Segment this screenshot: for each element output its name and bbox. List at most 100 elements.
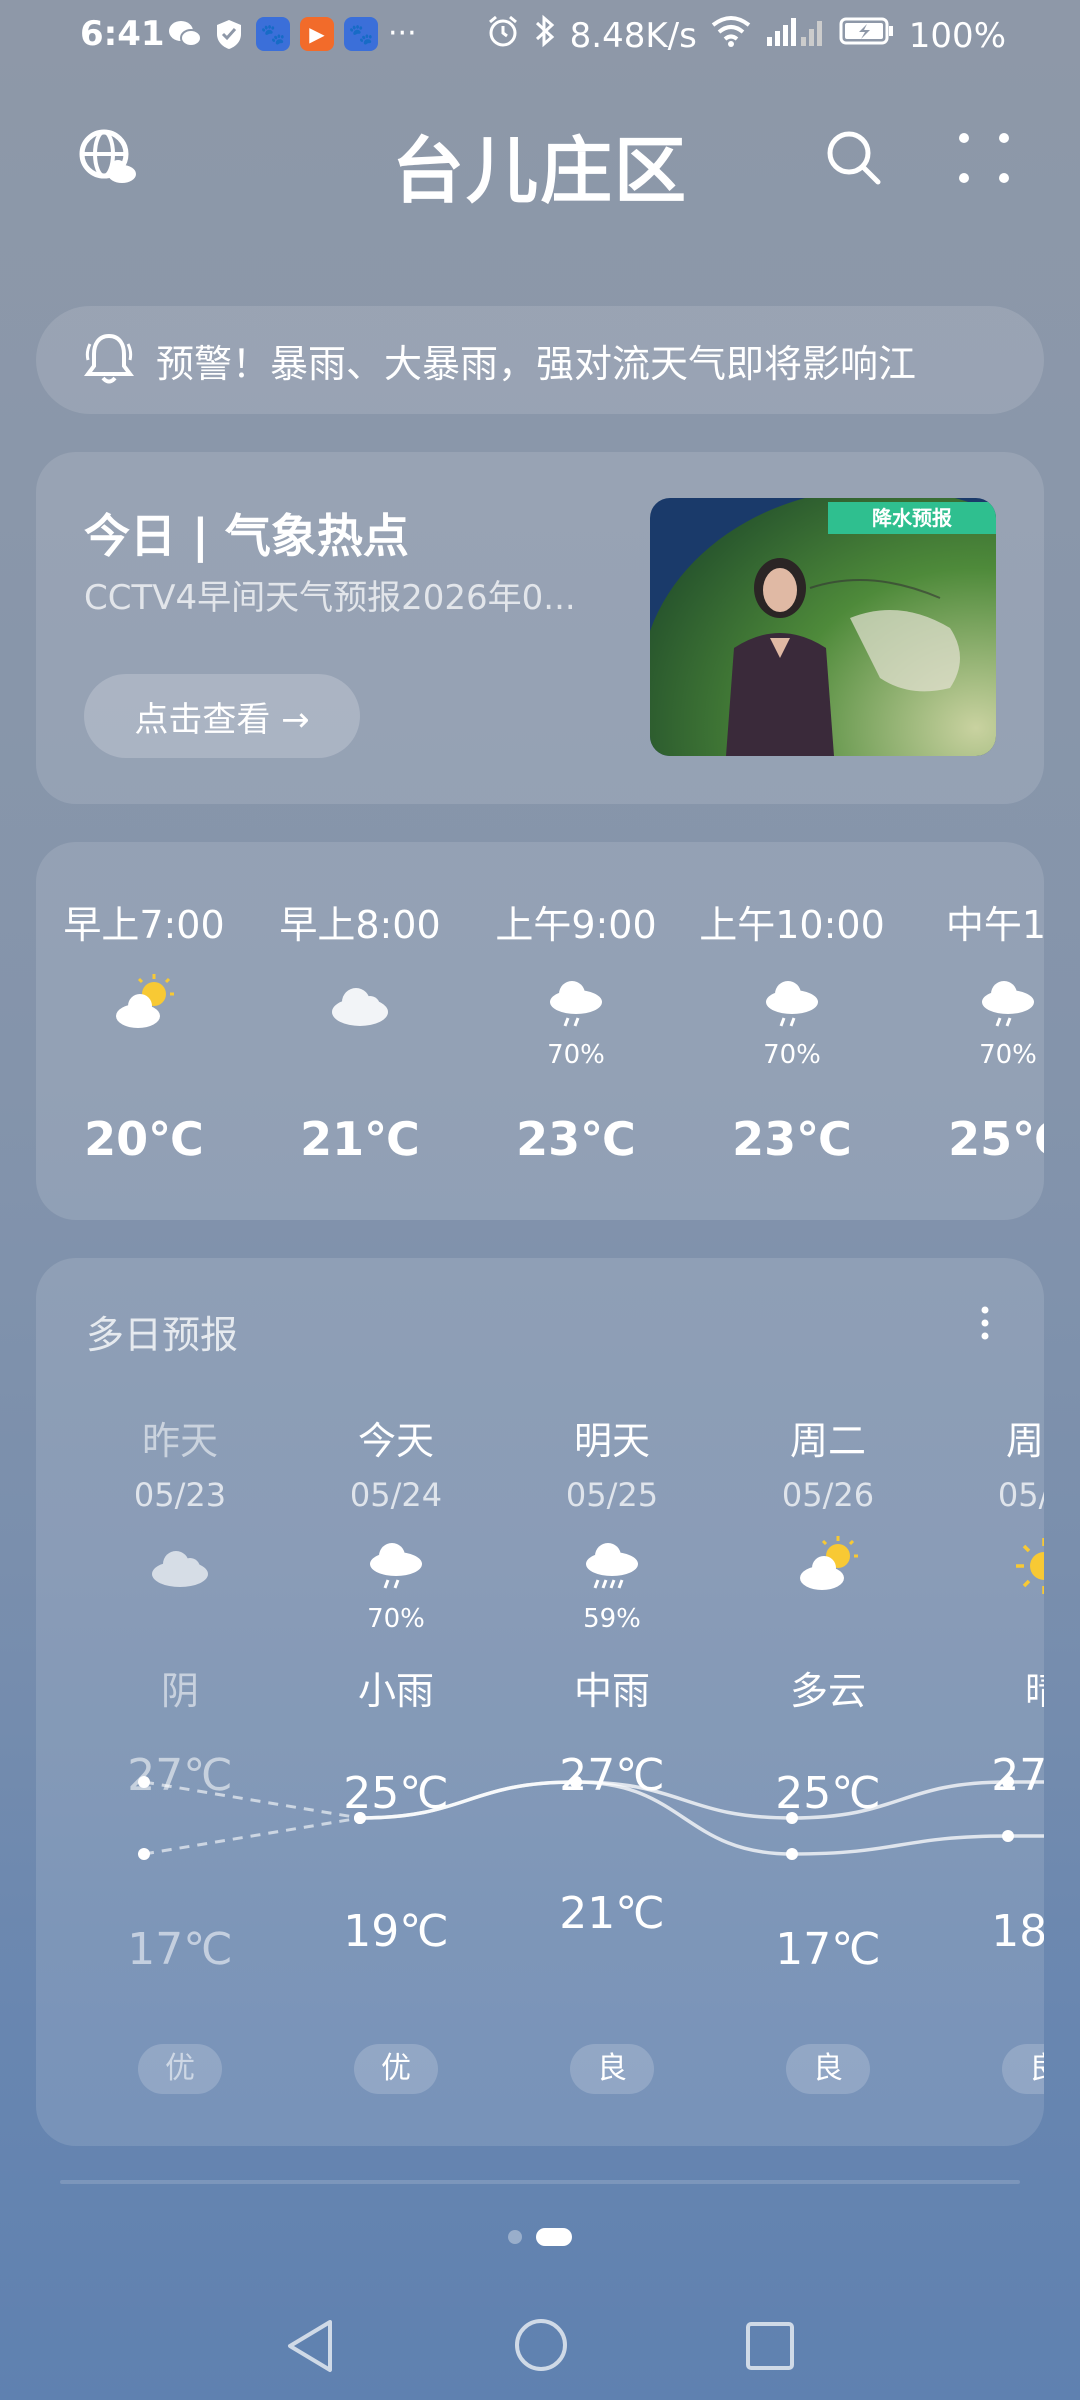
low-temp-point	[1002, 1830, 1014, 1842]
hour-temp: 21℃	[300, 1112, 420, 1166]
sunny-icon	[1012, 1534, 1044, 1598]
alarm-icon	[486, 14, 520, 57]
day-precip: 59%	[583, 1604, 641, 1634]
hour-time: 上午10:00	[699, 903, 885, 947]
page-title: 台儿庄区	[391, 129, 688, 213]
heavy-rain-icon	[580, 1534, 644, 1598]
rain-icon	[544, 972, 608, 1036]
day-high: 27℃	[991, 1750, 1044, 1801]
day-low: 21℃	[559, 1888, 665, 1939]
hour-time: 早上8:00	[279, 903, 441, 947]
day-high: 27℃	[559, 1750, 665, 1801]
daily-forecast-card[interactable]: 多日预报 昨天 05/23 阴 27℃ 17℃ 优 今天 05/24 70% 小…	[36, 1258, 1044, 2146]
day-high: 25℃	[343, 1768, 449, 1819]
page-indicator	[0, 2228, 1080, 2246]
battery-icon	[839, 15, 895, 56]
weather-alert-banner[interactable]: 预警！暴雨、大暴雨，强对流天气即将影响江	[36, 306, 1044, 414]
status-time: 6:41	[80, 14, 165, 54]
day-condition: 晴	[1024, 1669, 1044, 1713]
thumbnail-badge: 降水预报	[828, 502, 996, 534]
alert-text: 预警！暴雨、大暴雨，强对流天气即将影响江	[156, 341, 917, 386]
day-low: 17℃	[127, 1924, 233, 1975]
status-bar: 6:41 🐾 ▶ 🐾 ··· 8.48K/s 100%	[0, 0, 1080, 72]
aqi-badge: 优	[354, 2044, 438, 2094]
weather-hot-topic-card[interactable]: 今日 | 气象热点 CCTV4早间天气预报2026年0... 点击查看 → 降水…	[36, 452, 1044, 804]
bell-icon	[84, 330, 134, 390]
aqi-badge: 优	[138, 2044, 222, 2094]
aqi-badge: 良	[1002, 2044, 1044, 2094]
page-dot	[508, 2230, 522, 2244]
partly-cloudy-icon	[112, 972, 176, 1036]
hot-topic-title: 今日 | 气象热点	[84, 509, 409, 563]
day-label: 明天	[573, 1419, 650, 1463]
baidu-icon: 🐾	[256, 16, 290, 51]
cloudy-icon	[148, 1534, 212, 1598]
hot-topic-subtitle: CCTV4早间天气预报2026年0...	[84, 578, 576, 618]
hour-precip: 70%	[763, 1040, 821, 1070]
low-temp-point	[786, 1848, 798, 1860]
video-app-icon: ▶	[300, 16, 334, 51]
day-date: 05/26	[781, 1476, 875, 1514]
day-low: 19℃	[343, 1906, 449, 1957]
shield-icon	[212, 17, 246, 51]
view-button[interactable]: 点击查看 →	[84, 674, 360, 758]
hour-time: 上午9:00	[495, 903, 657, 947]
day-condition: 中雨	[573, 1669, 650, 1713]
recents-icon[interactable]	[742, 2318, 798, 2378]
day-high: 27℃	[127, 1750, 233, 1801]
system-nav-bar	[0, 2300, 1080, 2400]
temp-line-past	[143, 1816, 361, 1856]
aqi-badge: 良	[786, 2044, 870, 2094]
day-date: 05/25	[565, 1476, 659, 1514]
signal-icon	[765, 15, 825, 56]
status-right: 8.48K/s 100%	[486, 14, 1006, 57]
rain-icon	[976, 972, 1040, 1036]
hour-time: 中午11	[945, 903, 1044, 947]
hour-temp: 23℃	[732, 1112, 852, 1166]
hourly-forecast-card[interactable]: 早上7:00 20℃ 早上8:00 21℃ 上午9:00 70% 23℃ 上午1…	[36, 842, 1044, 1220]
hour-time: 早上7:00	[63, 903, 225, 947]
page-dot-active	[536, 2228, 572, 2246]
baidu-icon: 🐾	[344, 16, 378, 51]
network-speed: 8.48K/s	[569, 15, 697, 56]
wifi-icon	[711, 15, 751, 56]
search-icon	[824, 128, 884, 192]
wechat-icon	[168, 17, 202, 51]
video-thumbnail[interactable]: 降水预报	[650, 498, 996, 756]
day-condition: 多云	[789, 1669, 866, 1713]
day-label: 周二	[789, 1419, 866, 1463]
next-card-edge	[60, 2180, 1020, 2184]
day-condition: 阴	[160, 1669, 199, 1713]
rain-icon	[760, 972, 824, 1036]
day-label: 昨天	[141, 1419, 218, 1463]
more-notifications: ···	[388, 16, 417, 51]
low-temp-point	[138, 1848, 150, 1860]
rain-icon	[364, 1534, 428, 1598]
partly-cloudy-icon	[796, 1534, 860, 1598]
grid-dots-icon	[954, 128, 1014, 192]
home-icon[interactable]	[512, 2316, 570, 2378]
day-date: 05/24	[349, 1476, 443, 1514]
bluetooth-icon	[534, 14, 556, 57]
aqi-badge: 良	[570, 2044, 654, 2094]
hour-temp: 25℃	[948, 1112, 1044, 1166]
more-menu-button[interactable]	[944, 120, 1024, 200]
day-condition: 小雨	[357, 1669, 434, 1713]
day-precip: 70%	[367, 1604, 425, 1634]
hour-temp: 23℃	[516, 1112, 636, 1166]
day-date: 05/27	[997, 1476, 1044, 1514]
day-low: 17℃	[775, 1924, 881, 1975]
day-high: 25℃	[775, 1768, 881, 1819]
day-date: 05/23	[133, 1476, 227, 1514]
cloudy-icon	[328, 972, 392, 1036]
hour-precip: 70%	[979, 1040, 1037, 1070]
day-label: 周三	[1005, 1419, 1044, 1463]
hour-precip: 70%	[547, 1040, 605, 1070]
battery-percent: 100%	[908, 15, 1006, 56]
hour-temp: 20℃	[84, 1112, 204, 1166]
back-icon[interactable]	[282, 2316, 338, 2380]
notification-icons: 🐾 ▶ 🐾 ···	[168, 16, 417, 51]
day-label: 今天	[357, 1419, 434, 1463]
search-button[interactable]	[814, 120, 894, 200]
day-low: 18℃	[991, 1906, 1044, 1957]
